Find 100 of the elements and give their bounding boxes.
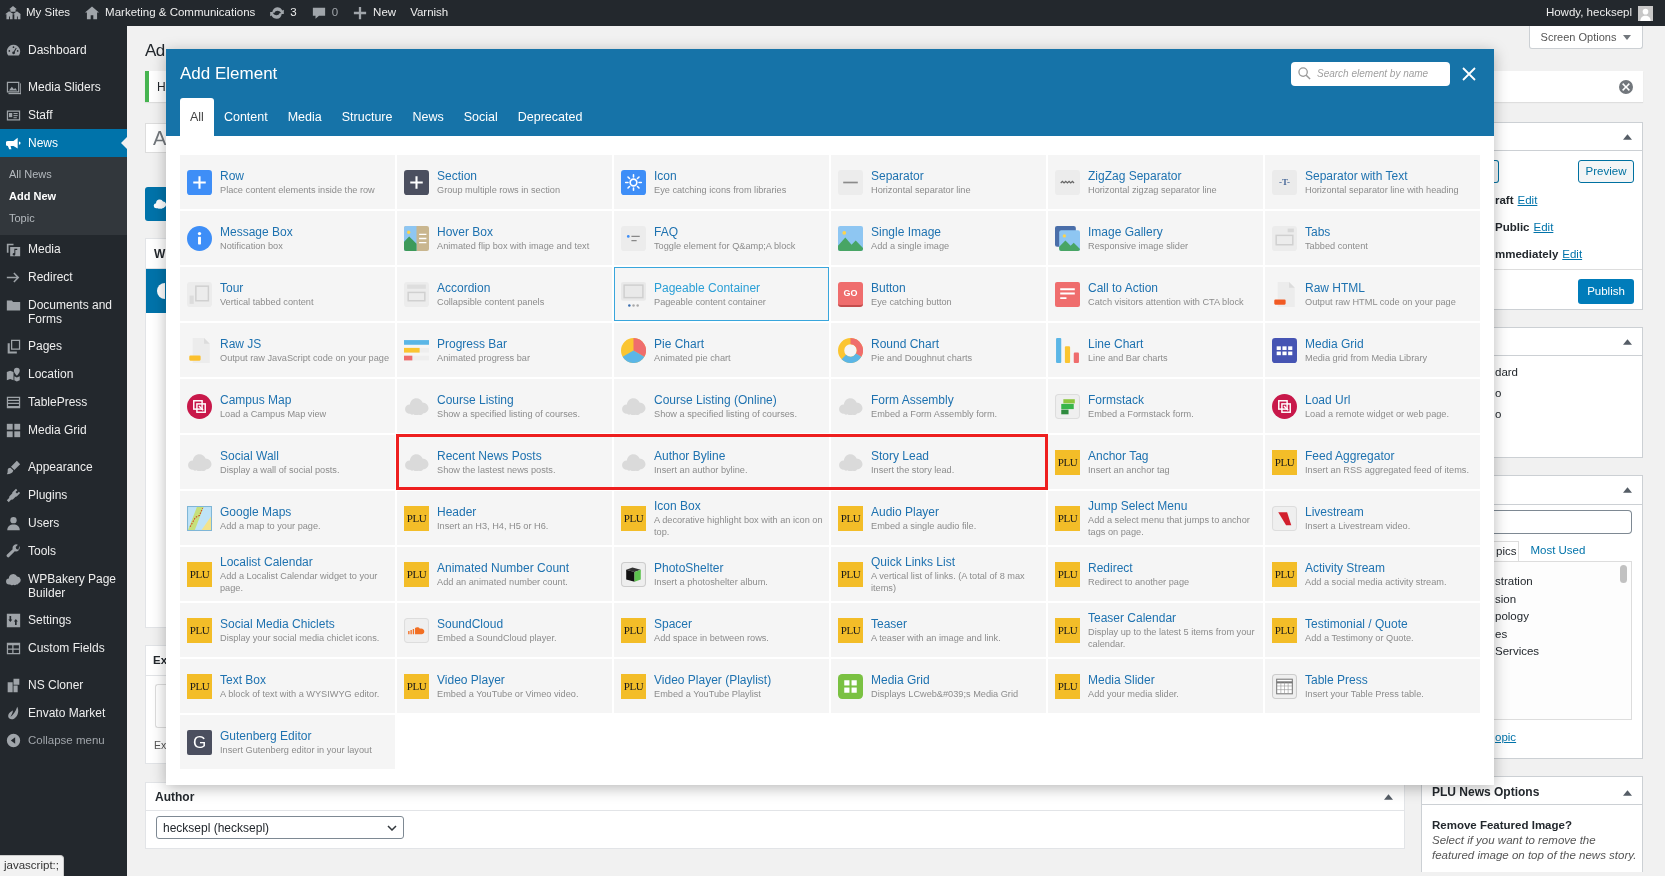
element-card[interactable]: Line Chart Line and Bar charts <box>1048 323 1263 377</box>
element-card[interactable]: Social Wall Display a wall of social posts. <box>180 435 395 489</box>
input-field[interactable] <box>1494 510 1632 534</box>
element-card[interactable]: PLU Audio Player Embed a single audio file. <box>831 491 1046 545</box>
menu-item[interactable]: Plugins <box>0 481 127 509</box>
admin-bar-link[interactable]: New <box>352 0 397 26</box>
element-card[interactable]: PLU Text Box A block of text with a WYSIWYG editor. <box>180 659 395 713</box>
element-card[interactable]: Google Maps Add a map to your page. <box>180 491 395 545</box>
element-card[interactable]: GO Button Eye catching button <box>831 267 1046 321</box>
account-menu[interactable]: Howdy, hecksepl <box>1545 4 1665 22</box>
scrollbar[interactable] <box>1620 565 1627 583</box>
menu-item[interactable]: News <box>0 129 127 157</box>
element-card[interactable]: Image Gallery Responsive image slider <box>1048 211 1263 265</box>
element-card[interactable]: SoundCloud Embed a SoundCloud player. <box>397 603 612 657</box>
element-card[interactable]: Message Box Notification box <box>180 211 395 265</box>
edit-link[interactable]: Edit <box>1533 218 1554 237</box>
collapse-menu-button[interactable]: Collapse menu <box>0 727 127 754</box>
element-card[interactable]: PLU Spacer Add space in between rows. <box>614 603 829 657</box>
element-card[interactable]: PLU Localist Calendar Add a Localist Calendar widget to your page. <box>180 547 395 601</box>
menu-item[interactable]: Location <box>0 360 127 388</box>
menu-item[interactable]: Envato Market <box>0 699 127 727</box>
menu-item[interactable]: Media <box>0 235 127 263</box>
element-card[interactable]: Campus Map Load a Campus Map view <box>180 379 395 433</box>
element-card[interactable]: Media Grid Media grid from Media Library <box>1265 323 1480 377</box>
admin-bar-link[interactable]: 0 <box>310 0 339 26</box>
element-card[interactable]: Recent News Posts Show the lastest news posts. <box>397 435 612 489</box>
search-field[interactable]: Search element by name <box>1291 61 1450 86</box>
admin-bar-link[interactable]: My Sites <box>5 0 71 26</box>
element-card[interactable]: FAQ Toggle element for Q&amp;A block <box>614 211 829 265</box>
submenu-item[interactable]: All News <box>0 163 127 185</box>
element-card[interactable]: Story Lead Insert the story lead. <box>831 435 1046 489</box>
toggle-button[interactable] <box>1623 790 1632 796</box>
menu-item[interactable]: WPBakery Page Builder <box>0 565 127 606</box>
element-card[interactable]: Media Grid Displays LCweb&#039;s Media Grid <box>831 659 1046 713</box>
menu-item[interactable]: Appearance <box>0 453 127 481</box>
tab[interactable]: Social <box>453 98 508 136</box>
list-item[interactable]: pology <box>1494 608 1631 626</box>
submenu-item[interactable]: Topic <box>0 207 127 229</box>
tab[interactable]: All <box>180 98 214 136</box>
toggle-button[interactable] <box>1623 487 1632 493</box>
menu-item[interactable]: Users <box>0 509 127 537</box>
list-item[interactable]: Services <box>1494 643 1631 661</box>
tab[interactable]: Content <box>213 98 278 136</box>
element-card[interactable]: G Gutenberg Editor Insert Gutenberg editor in your layout <box>180 715 395 769</box>
element-card[interactable]: PLU Feed Aggregator Insert an RSS aggregated feed of items. <box>1265 435 1480 489</box>
menu-item[interactable]: Custom Fields <box>0 634 127 662</box>
tab[interactable]: Media <box>277 98 332 136</box>
option-label[interactable]: o <box>1494 383 1642 404</box>
edit-link[interactable]: Edit <box>1517 191 1538 210</box>
element-card[interactable]: PLU Animated Number Count Add an animated number count. <box>397 547 612 601</box>
menu-item[interactable]: Media Sliders <box>0 73 127 101</box>
menu-item[interactable]: Dashboard <box>0 36 127 64</box>
element-card[interactable]: Table Press Insert your Table Press table. <box>1265 659 1480 713</box>
element-card[interactable]: PLU Icon Box A decorative highlight box with an icon on top. <box>614 491 829 545</box>
submenu-item[interactable]: Add New <box>0 185 127 207</box>
element-card[interactable]: PLU Video Player Embed a YouTube or Vimeo video. <box>397 659 612 713</box>
author-select[interactable]: hecksepl (hecksepl) <box>156 816 404 839</box>
toggle-button[interactable] <box>1623 338 1632 345</box>
tab[interactable]: News <box>402 98 454 136</box>
menu-item[interactable]: Redirect <box>0 263 127 291</box>
menu-item[interactable]: Pages <box>0 332 127 360</box>
menu-item[interactable]: Documents and Forms <box>0 291 127 332</box>
list-item[interactable]: stration <box>1494 573 1631 591</box>
element-card[interactable]: PLU Activity Stream Add a social media activity stream. <box>1265 547 1480 601</box>
element-card[interactable]: Hover Box Animated flip box with image and text <box>397 211 612 265</box>
admin-bar-link[interactable]: 3 <box>269 0 297 26</box>
admin-bar-link[interactable]: Varnish <box>410 0 449 26</box>
tab[interactable]: Most Used <box>1528 541 1588 561</box>
element-card[interactable]: PLU Teaser Calendar Display up to the latest 5 items from your calendar. <box>1048 603 1263 657</box>
close-button[interactable] <box>1462 66 1476 81</box>
list-item[interactable]: es <box>1494 625 1631 643</box>
menu-item[interactable]: Tools <box>0 537 127 565</box>
menu-item[interactable]: TablePress <box>0 388 127 416</box>
element-card[interactable]: Icon Eye catching icons from libraries <box>614 155 829 209</box>
element-card[interactable]: -T- Separator with Text Horizontal separator line with heading <box>1265 155 1480 209</box>
menu-item[interactable]: Media Grid <box>0 416 127 444</box>
element-card[interactable]: PLU Testimonial / Quote Add a Testimony or Quote. <box>1265 603 1480 657</box>
option-label[interactable]: o <box>1494 404 1642 425</box>
dismiss-button[interactable] <box>1619 79 1633 94</box>
menu-item[interactable]: Staff <box>0 101 127 129</box>
element-card[interactable]: Raw HTML Output raw HTML code on your page <box>1265 267 1480 321</box>
element-card[interactable]: PLU Quick Links List A vertical list of links. (A total of 8 max items) <box>831 547 1046 601</box>
element-card[interactable]: Course Listing Show a specified listing of courses. <box>397 379 612 433</box>
element-card[interactable]: Form Assembly Embed a Form Assembly form. <box>831 379 1046 433</box>
menu-item[interactable]: Settings <box>0 606 127 634</box>
element-card[interactable]: Load Url Load a remote widget or web page. <box>1265 379 1480 433</box>
admin-bar-link[interactable]: Marketing & Communications <box>84 0 256 26</box>
element-card[interactable]: Separator Horizontal separator line <box>831 155 1046 209</box>
element-card[interactable]: Tabs Tabbed content <box>1265 211 1480 265</box>
text-link[interactable]: opic <box>1495 729 1517 747</box>
tab[interactable]: Deprecated <box>507 98 593 136</box>
element-card[interactable]: Single Image Add a single image <box>831 211 1046 265</box>
edit-link[interactable]: Edit <box>1562 245 1583 264</box>
tab[interactable]: Structure <box>331 98 403 136</box>
element-card[interactable]: Round Chart Pie and Doughnut charts <box>831 323 1046 377</box>
toggle-button[interactable] <box>1384 793 1393 800</box>
element-card[interactable]: PLU Social Media Chiclets Display your social media chiclet icons. <box>180 603 395 657</box>
element-card[interactable]: Course Listing (Online) Show a specified listing of courses. <box>614 379 829 433</box>
element-card[interactable]: Tour Vertical tabbed content <box>180 267 395 321</box>
option-label[interactable]: dard <box>1494 362 1642 383</box>
